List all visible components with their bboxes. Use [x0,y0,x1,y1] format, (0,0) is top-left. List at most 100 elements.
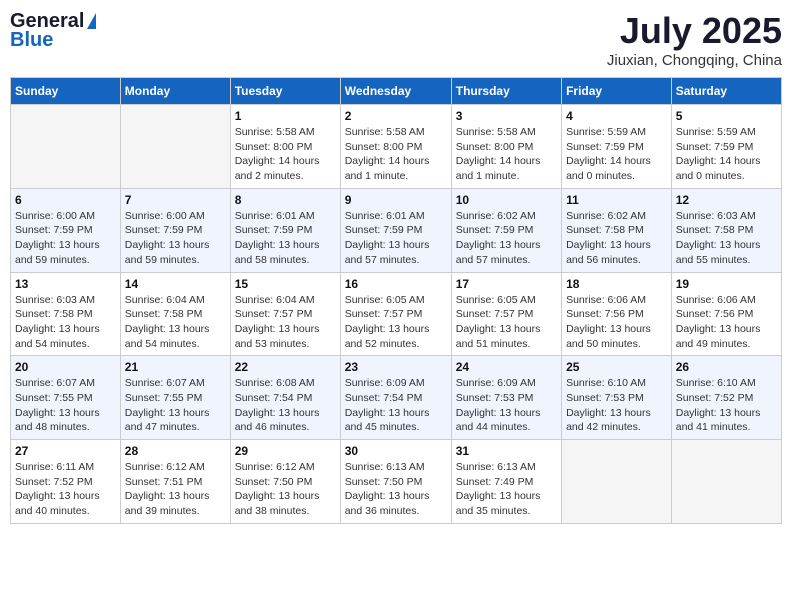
day-cell: 16 Sunrise: 6:05 AM Sunset: 7:57 PM Dayli… [340,272,451,356]
day-info: Sunrise: 6:01 AM Sunset: 7:59 PM Dayligh… [235,209,336,268]
day-cell: 27Sunrise: 6:11 AM Sunset: 7:52 PM Dayli… [11,440,121,524]
day-number: 23 [345,360,447,374]
day-cell: 28 Sunrise: 6:12 AM Sunset: 7:51 PM Dayli… [120,440,230,524]
day-cell: 3 Sunrise: 5:58 AM Sunset: 8:00 PM Daylig… [451,105,561,189]
day-cell: 22 Sunrise: 6:08 AM Sunset: 7:54 PM Dayli… [230,356,340,440]
day-cell: 10Sunrise: 6:02 AM Sunset: 7:59 PM Dayli… [451,188,561,272]
day-cell: 13 Sunrise: 6:03 AM Sunset: 7:58 PM Dayli… [11,272,121,356]
day-cell [671,440,781,524]
day-info: Sunrise: 6:05 AM Sunset: 7:57 PM Dayligh… [345,293,447,352]
day-number: 13 [15,277,116,291]
day-cell: 29 Sunrise: 6:12 AM Sunset: 7:50 PM Dayli… [230,440,340,524]
day-cell [120,105,230,189]
day-cell: 31 Sunrise: 6:13 AM Sunset: 7:49 PM Dayli… [451,440,561,524]
header-tuesday: Tuesday [230,78,340,105]
day-cell [562,440,672,524]
day-number: 26 [676,360,777,374]
day-cell: 5 Sunrise: 5:59 AM Sunset: 7:59 PM Daylig… [671,105,781,189]
day-info: Sunrise: 6:00 AM Sunset: 7:59 PM Dayligh… [15,209,116,268]
day-cell: 14Sunrise: 6:04 AM Sunset: 7:58 PM Dayli… [120,272,230,356]
day-number: 22 [235,360,336,374]
day-number: 3 [456,109,557,123]
day-number: 17 [456,277,557,291]
day-cell: 24 Sunrise: 6:09 AM Sunset: 7:53 PM Dayli… [451,356,561,440]
day-cell: 30 Sunrise: 6:13 AM Sunset: 7:50 PM Dayli… [340,440,451,524]
day-number: 6 [15,193,116,207]
day-cell: 19 Sunrise: 6:06 AM Sunset: 7:56 PM Dayli… [671,272,781,356]
header-wednesday: Wednesday [340,78,451,105]
day-info: Sunrise: 5:58 AM Sunset: 8:00 PM Dayligh… [235,125,336,184]
day-info: Sunrise: 6:13 AM Sunset: 7:50 PM Dayligh… [345,460,447,519]
day-info: Sunrise: 6:07 AM Sunset: 7:55 PM Dayligh… [125,376,226,435]
header-thursday: Thursday [451,78,561,105]
day-cell: 11 Sunrise: 6:02 AM Sunset: 7:58 PM Dayli… [562,188,672,272]
day-info: Sunrise: 6:09 AM Sunset: 7:53 PM Dayligh… [456,376,557,435]
day-cell: 9Sunrise: 6:01 AM Sunset: 7:59 PM Daylig… [340,188,451,272]
day-number: 25 [566,360,667,374]
day-info: Sunrise: 6:13 AM Sunset: 7:49 PM Dayligh… [456,460,557,519]
logo-blue-text: Blue [10,29,53,52]
day-number: 28 [125,444,226,458]
day-number: 18 [566,277,667,291]
day-cell: 1 Sunrise: 5:58 AM Sunset: 8:00 PM Daylig… [230,105,340,189]
day-number: 10 [456,193,557,207]
day-cell: 26 Sunrise: 6:10 AM Sunset: 7:52 PM Dayli… [671,356,781,440]
day-info: Sunrise: 6:09 AM Sunset: 7:54 PM Dayligh… [345,376,447,435]
header-saturday: Saturday [671,78,781,105]
day-number: 16 [345,277,447,291]
day-info: Sunrise: 6:12 AM Sunset: 7:50 PM Dayligh… [235,460,336,519]
day-info: Sunrise: 6:06 AM Sunset: 7:56 PM Dayligh… [566,293,667,352]
week-row-3: 13 Sunrise: 6:03 AM Sunset: 7:58 PM Dayli… [11,272,782,356]
day-info: Sunrise: 6:03 AM Sunset: 7:58 PM Dayligh… [15,293,116,352]
day-cell: 18 Sunrise: 6:06 AM Sunset: 7:56 PM Dayli… [562,272,672,356]
day-number: 9 [345,193,447,207]
day-info: Sunrise: 6:12 AM Sunset: 7:51 PM Dayligh… [125,460,226,519]
day-number: 11 [566,193,667,207]
day-number: 8 [235,193,336,207]
day-number: 1 [235,109,336,123]
day-cell: 17 Sunrise: 6:05 AM Sunset: 7:57 PM Dayli… [451,272,561,356]
day-number: 12 [676,193,777,207]
week-row-4: 20Sunrise: 6:07 AM Sunset: 7:55 PM Dayli… [11,356,782,440]
title-block: July 2025 Jiuxian, Chongqing, China [607,10,782,69]
day-info: Sunrise: 6:02 AM Sunset: 7:58 PM Dayligh… [566,209,667,268]
week-row-5: 27Sunrise: 6:11 AM Sunset: 7:52 PM Dayli… [11,440,782,524]
day-info: Sunrise: 5:58 AM Sunset: 8:00 PM Dayligh… [456,125,557,184]
logo: General Blue [10,10,96,52]
day-number: 24 [456,360,557,374]
day-info: Sunrise: 5:59 AM Sunset: 7:59 PM Dayligh… [676,125,777,184]
day-number: 31 [456,444,557,458]
day-cell [11,105,121,189]
day-cell: 12Sunrise: 6:03 AM Sunset: 7:58 PM Dayli… [671,188,781,272]
day-number: 4 [566,109,667,123]
day-cell: 8 Sunrise: 6:01 AM Sunset: 7:59 PM Daylig… [230,188,340,272]
day-info: Sunrise: 6:06 AM Sunset: 7:56 PM Dayligh… [676,293,777,352]
day-cell: 23 Sunrise: 6:09 AM Sunset: 7:54 PM Dayli… [340,356,451,440]
day-info: Sunrise: 6:08 AM Sunset: 7:54 PM Dayligh… [235,376,336,435]
day-number: 15 [235,277,336,291]
day-info: Sunrise: 6:11 AM Sunset: 7:52 PM Dayligh… [15,460,116,519]
header-sunday: Sunday [11,78,121,105]
day-number: 29 [235,444,336,458]
day-cell: 7Sunrise: 6:00 AM Sunset: 7:59 PM Daylig… [120,188,230,272]
header-monday: Monday [120,78,230,105]
header-friday: Friday [562,78,672,105]
day-info: Sunrise: 6:05 AM Sunset: 7:57 PM Dayligh… [456,293,557,352]
day-cell: 4 Sunrise: 5:59 AM Sunset: 7:59 PM Daylig… [562,105,672,189]
calendar-table: SundayMondayTuesdayWednesdayThursdayFrid… [10,77,782,524]
day-number: 2 [345,109,447,123]
day-info: Sunrise: 6:04 AM Sunset: 7:57 PM Dayligh… [235,293,336,352]
calendar-header-row: SundayMondayTuesdayWednesdayThursdayFrid… [11,78,782,105]
day-number: 19 [676,277,777,291]
day-number: 21 [125,360,226,374]
day-info: Sunrise: 6:10 AM Sunset: 7:52 PM Dayligh… [676,376,777,435]
day-cell: 15 Sunrise: 6:04 AM Sunset: 7:57 PM Dayli… [230,272,340,356]
location-subtitle: Jiuxian, Chongqing, China [607,52,782,69]
day-number: 30 [345,444,447,458]
day-cell: 2 Sunrise: 5:58 AM Sunset: 8:00 PM Daylig… [340,105,451,189]
day-info: Sunrise: 5:59 AM Sunset: 7:59 PM Dayligh… [566,125,667,184]
day-info: Sunrise: 5:58 AM Sunset: 8:00 PM Dayligh… [345,125,447,184]
day-info: Sunrise: 6:04 AM Sunset: 7:58 PM Dayligh… [125,293,226,352]
day-number: 5 [676,109,777,123]
page-header: General Blue July 2025 Jiuxian, Chongqin… [10,10,782,69]
